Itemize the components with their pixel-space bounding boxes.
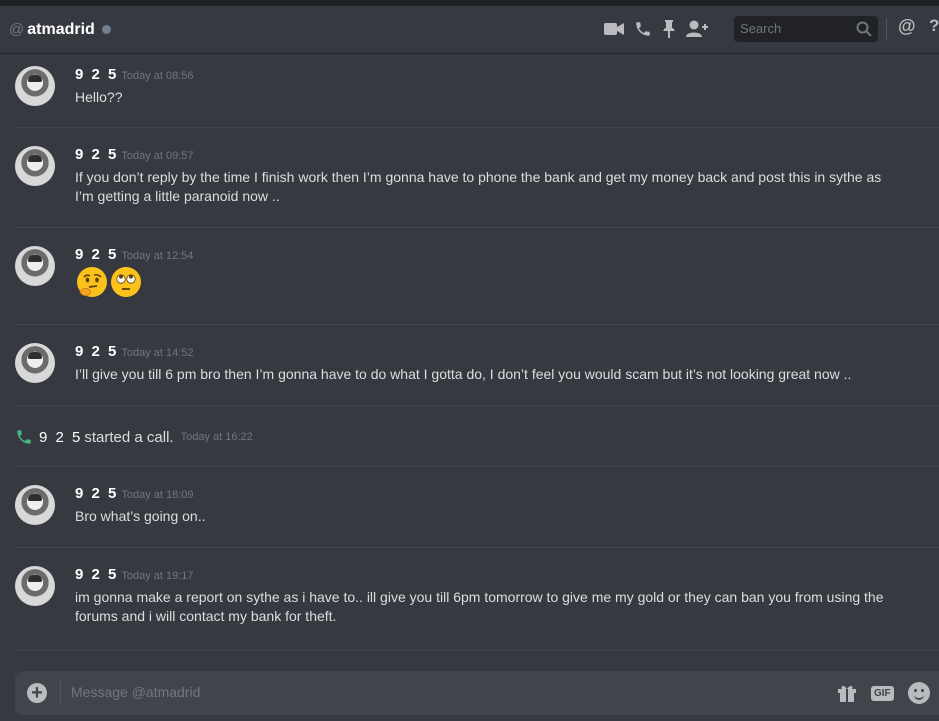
composer-divider	[60, 681, 61, 705]
avatar[interactable]	[15, 146, 55, 186]
call-action-text: started a call.	[84, 428, 174, 446]
face-with-rolling-eyes-icon	[111, 267, 141, 297]
search-placeholder: Search	[740, 21, 782, 36]
help-icon[interactable]: ?	[929, 16, 939, 36]
avatar[interactable]	[15, 485, 55, 525]
gif-button[interactable]: GIF	[871, 685, 894, 701]
message-composer[interactable]: + Message @atmadrid GIF	[15, 671, 939, 715]
status-indicator	[101, 25, 111, 34]
header-toolbar	[604, 20, 718, 38]
message-author-row: 9 2 5 Today at 14:52	[75, 343, 194, 360]
message-author[interactable]: 9 2 5	[75, 246, 118, 263]
pin-icon[interactable]	[662, 20, 676, 38]
message-author-row: 9 2 5 Today at 12:54	[75, 246, 194, 263]
video-call-icon[interactable]	[604, 22, 624, 36]
add-friend-icon[interactable]	[686, 20, 708, 38]
message-author-row: 9 2 5 Today at 19:17	[75, 566, 194, 583]
message-author-row: 9 2 5 Today at 09:57	[75, 146, 194, 163]
message-timestamp: Today at 19:17	[121, 570, 194, 582]
message-author[interactable]: 9 2 5	[75, 66, 118, 83]
message-divider	[15, 405, 939, 406]
message-divider	[15, 650, 939, 651]
message-author-row: 9 2 5 Today at 18:09	[75, 485, 194, 502]
message-author[interactable]: 9 2 5	[75, 566, 118, 583]
message-author[interactable]: 9 2 5	[75, 343, 118, 360]
message-author[interactable]: 9 2 5	[75, 146, 118, 163]
message-input[interactable]: Message @atmadrid	[71, 684, 200, 700]
mentions-icon[interactable]: @	[898, 16, 916, 37]
search-input[interactable]: Search	[734, 16, 878, 42]
avatar[interactable]	[15, 566, 55, 606]
gift-icon[interactable]	[837, 683, 857, 703]
message-timestamp: Today at 12:54	[121, 250, 194, 262]
channel-header: @ atmadrid Search @ ?	[0, 6, 939, 53]
voice-call-icon[interactable]	[634, 20, 652, 38]
message-divider	[15, 227, 939, 228]
thinking-face-icon	[77, 267, 107, 297]
message-text: Bro what’s going on..	[75, 508, 206, 524]
channel-name: atmadrid	[27, 20, 95, 38]
message-timestamp: Today at 14:52	[121, 347, 194, 359]
message-text: im gonna make a report on sythe as i hav…	[75, 589, 884, 624]
call-author[interactable]: 9 2 5	[39, 429, 82, 446]
header-divider	[886, 18, 887, 40]
upload-plus-icon[interactable]: +	[27, 683, 47, 703]
message-divider	[15, 466, 939, 467]
message-text: I’ll give you till 6 pm bro then I’m gon…	[75, 366, 852, 382]
message-divider	[15, 324, 939, 325]
message-divider	[15, 127, 939, 128]
call-timestamp: Today at 16:22	[180, 431, 253, 443]
emoji-picker-icon[interactable]	[907, 682, 930, 704]
message-list[interactable]: 9 2 5 Today at 08:56 Hello?? 9 2 5 Today a…	[0, 54, 939, 659]
message-timestamp: Today at 09:57	[121, 150, 194, 162]
message-author-row: 9 2 5 Today at 08:56	[75, 66, 194, 83]
message-divider	[15, 547, 939, 548]
message-author[interactable]: 9 2 5	[75, 485, 118, 502]
phone-call-icon	[17, 430, 31, 444]
call-system-message: 9 2 5 started a call. Today at 16:22	[15, 426, 253, 448]
avatar[interactable]	[15, 246, 55, 286]
dm-at-icon: @	[9, 21, 25, 38]
composer-tools: GIF	[837, 682, 930, 704]
avatar[interactable]	[15, 66, 55, 106]
search-icon	[856, 21, 872, 42]
message-text: If you don’t reply by the time I finish …	[75, 169, 882, 204]
message-timestamp: Today at 08:56	[121, 70, 194, 82]
message-emojis	[76, 266, 142, 298]
message-text: Hello??	[75, 89, 123, 105]
message-timestamp: Today at 18:09	[121, 489, 194, 501]
avatar[interactable]	[15, 343, 55, 383]
